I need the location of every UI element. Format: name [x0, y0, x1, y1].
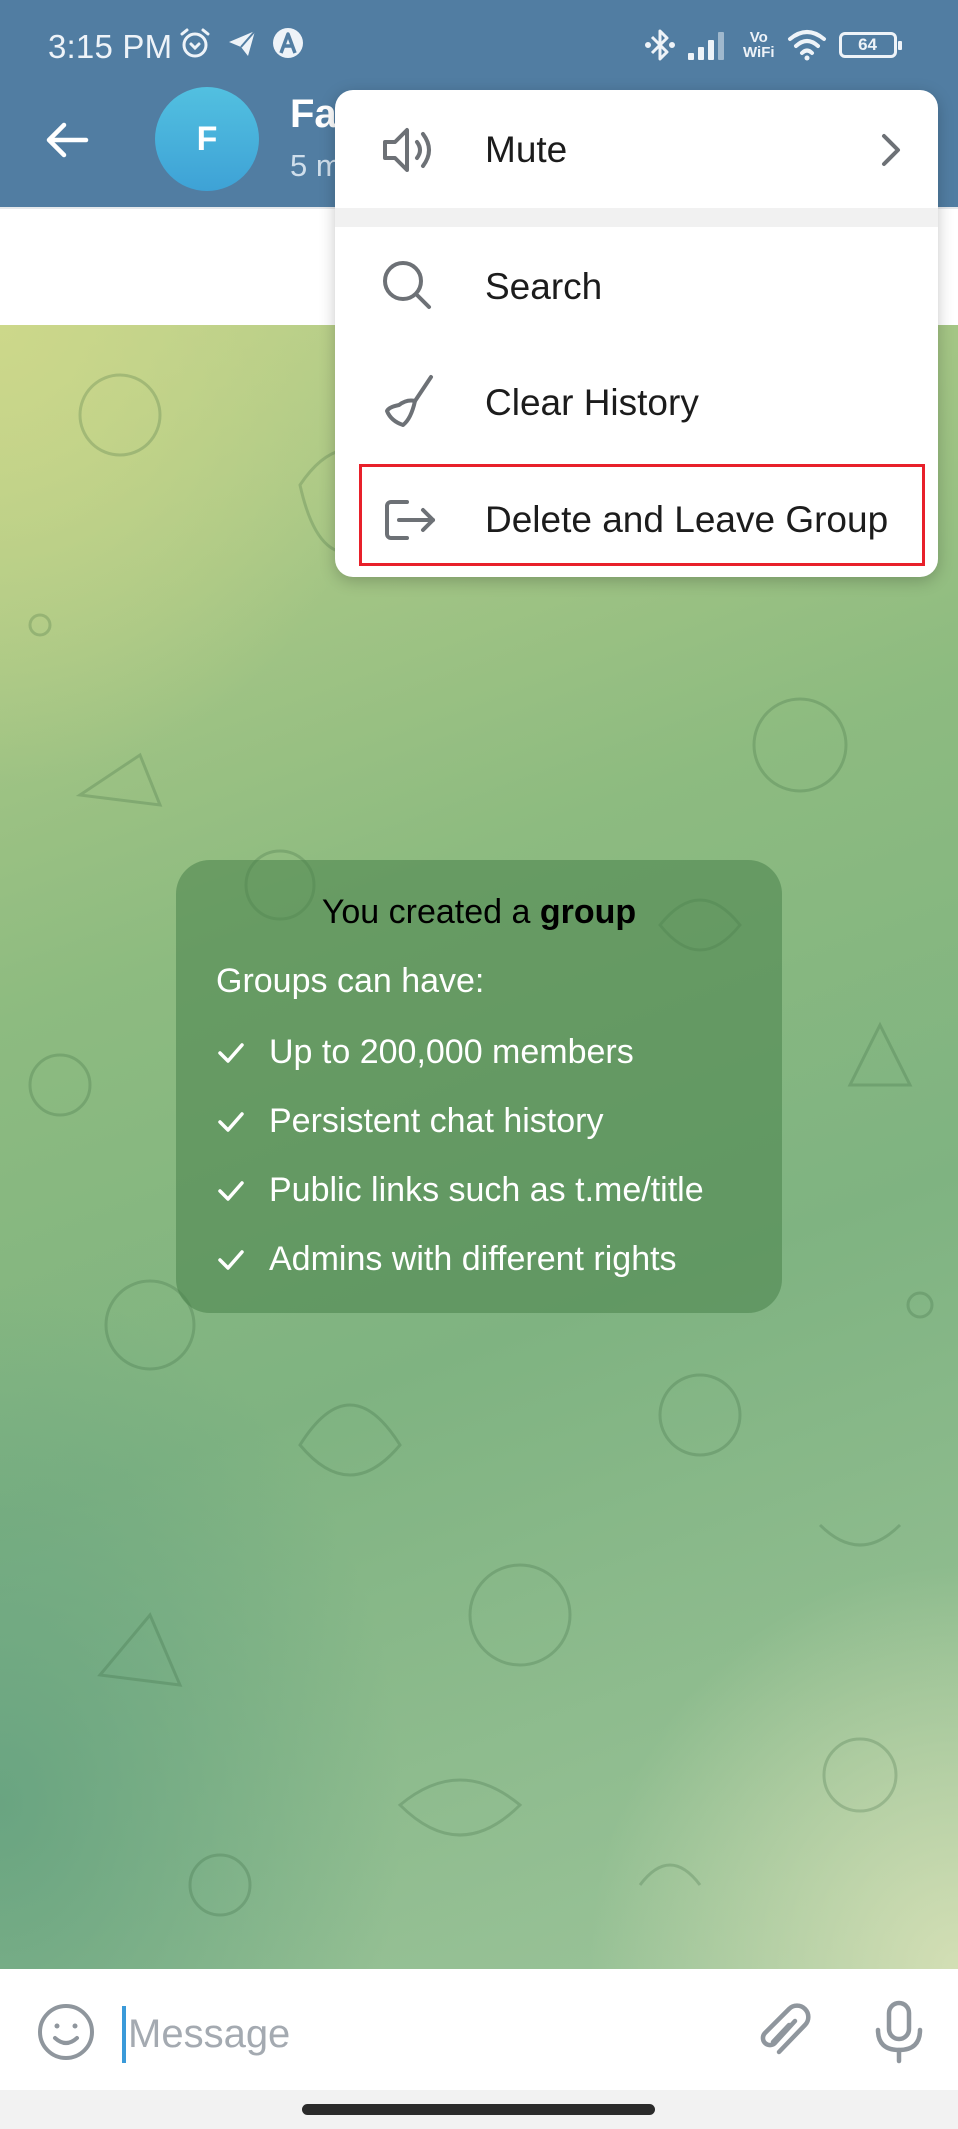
- search-icon: [383, 261, 431, 309]
- battery-icon: 64: [838, 32, 902, 58]
- check-icon: [218, 1111, 244, 1132]
- status-left-icons: [178, 26, 304, 60]
- status-right-icons: Vo WiFi 64: [645, 26, 902, 64]
- alarm-icon: [180, 28, 210, 58]
- menu-label: Search: [485, 266, 603, 307]
- menu-label: Clear History: [485, 382, 699, 423]
- card-title-bold: group: [539, 893, 637, 931]
- vowifi-icon: Vo WiFi: [743, 29, 775, 61]
- feature-item: Up to 200,000 members: [216, 1033, 634, 1072]
- menu-item-clear-history[interactable]: Clear History: [335, 348, 938, 458]
- menu-separator: [335, 208, 938, 227]
- leave-icon: [385, 500, 435, 540]
- chat-subtitle: 5 m: [290, 148, 342, 183]
- card-subtitle: Groups can have:: [216, 962, 485, 1000]
- chevron-right-icon: [882, 134, 900, 166]
- feature-item: Public links such as t.me/title: [216, 1171, 704, 1210]
- broom-icon: [385, 375, 433, 427]
- emoji-icon[interactable]: [36, 2002, 96, 2062]
- card-title: You created a group: [321, 893, 637, 931]
- group-avatar[interactable]: F: [155, 87, 259, 191]
- menu-item-mute[interactable]: Mute: [335, 95, 938, 205]
- feature-item: Persistent chat history: [216, 1102, 603, 1141]
- wifi-icon: [787, 30, 826, 61]
- message-input[interactable]: [128, 2004, 688, 2064]
- check-icon: [218, 1249, 244, 1270]
- text-cursor: [122, 2006, 126, 2063]
- telegram-icon: [229, 30, 256, 56]
- check-icon: [218, 1042, 244, 1063]
- battery-level: 64: [858, 35, 877, 54]
- status-time: 3:15 PM: [48, 28, 173, 65]
- bluetooth-icon: [645, 29, 675, 61]
- chat-title[interactable]: Fa: [290, 92, 337, 137]
- speaker-icon: [383, 128, 431, 172]
- menu-item-delete-and-leave-group[interactable]: Delete and Leave Group: [335, 465, 938, 575]
- signal-icon: [688, 32, 724, 60]
- avatar-letter: F: [196, 119, 218, 158]
- paperclip-icon[interactable]: [755, 2003, 813, 2061]
- feature-item: Admins with different rights: [216, 1240, 677, 1279]
- menu-item-search[interactable]: Search: [335, 232, 938, 342]
- check-icon: [218, 1180, 244, 1201]
- a-app-icon: [273, 28, 303, 58]
- home-gesture-handle[interactable]: [302, 2104, 655, 2115]
- back-arrow-icon[interactable]: [40, 112, 96, 168]
- menu-label: Mute: [485, 129, 568, 170]
- menu-label: Delete and Leave Group: [485, 499, 889, 540]
- chat-options-menu: Mute Search Clear History Delete and Lea…: [335, 90, 938, 577]
- microphone-icon[interactable]: [870, 2000, 928, 2064]
